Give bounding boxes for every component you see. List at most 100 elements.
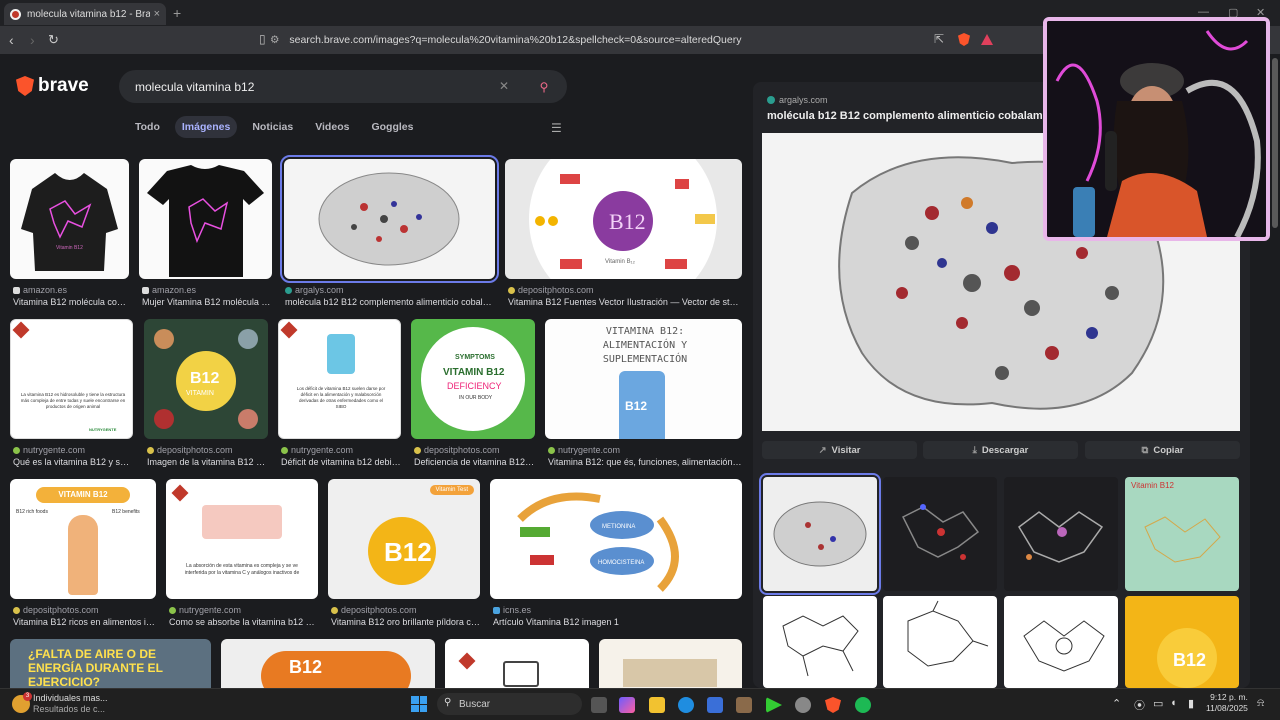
result-image-falta-aire[interactable]: ¿FALTA DE AIRE O DE ENERGÍA DURANTE EL E… xyxy=(10,639,211,688)
copy-button[interactable]: ⧉ Copiar xyxy=(1085,441,1240,459)
visit-label: Visitar xyxy=(831,444,861,456)
source-text: nutrygente.com xyxy=(23,445,86,455)
result-caption[interactable]: Imagen de la vitamina B12 — ... xyxy=(147,457,269,467)
result-caption[interactable]: Vitamina B12 molécula com... xyxy=(13,297,131,307)
result-source: nutrygente.com xyxy=(169,605,241,615)
result-image-b12-gold[interactable]: Vitamin Test B12 xyxy=(328,479,480,599)
result-caption[interactable]: Vitamina B12 oro brillante píldora cáp..… xyxy=(331,617,480,627)
brave-lion-icon xyxy=(16,76,34,96)
b12-logo-text: B12 xyxy=(609,209,646,234)
close-tab-icon[interactable]: × xyxy=(154,8,160,20)
search-input[interactable]: molecula vitamina b12 ✕ ⚲ xyxy=(119,70,567,103)
search-icon[interactable]: ⚲ xyxy=(529,76,559,98)
related-image-4[interactable]: Vitamin B12 xyxy=(1125,477,1239,591)
result-image-nutrygente-3[interactable] xyxy=(445,639,589,688)
result-image-molecule-selected[interactable] xyxy=(280,155,499,283)
brave-logo[interactable]: brave xyxy=(16,75,89,97)
tab-todo[interactable]: Todo xyxy=(128,116,167,138)
tab-imagenes[interactable]: Imágenes xyxy=(174,116,238,138)
source-text: depositphotos.com xyxy=(518,285,594,295)
thumb-note: La vitamina B12 es hidrosoluble y tiene … xyxy=(20,392,126,409)
browser-tab[interactable]: molecula vitamina b12 - Brave S × xyxy=(4,3,166,25)
notif-line-2: Resultados de c... xyxy=(33,704,106,714)
windows-start-icon[interactable] xyxy=(411,696,427,712)
related-b12-text: B12 xyxy=(1173,650,1206,670)
result-image-b12-rich-foods[interactable]: VITAMIN B12 B12 rich foods B12 benefits xyxy=(10,479,156,599)
location-icon[interactable]: ⦿ xyxy=(1134,697,1145,713)
result-image-hoodie-1[interactable]: Vitamin B12 xyxy=(10,159,129,279)
share-icon[interactable]: ⇱ xyxy=(934,32,944,46)
result-caption[interactable]: Vitamina B12 ricos en alimentos ico... xyxy=(13,617,156,627)
volume-icon[interactable]: ◖ xyxy=(1170,697,1177,709)
site-settings-icon[interactable]: ⚙ xyxy=(270,34,279,46)
taskbar-search[interactable]: ⚲ Buscar xyxy=(437,693,582,715)
spotify-icon[interactable] xyxy=(855,697,871,713)
result-caption[interactable]: Déficit de vitamina b12 debid... xyxy=(281,457,401,467)
download-button[interactable]: ⤓ Descargar xyxy=(923,441,1078,459)
related-image-1[interactable] xyxy=(759,473,881,595)
webcam-overlay xyxy=(1043,17,1270,241)
notification-text[interactable]: Individuales mas... Resultados de c... xyxy=(33,693,108,715)
result-caption[interactable]: Vitamina B12: que és, funciones, aliment… xyxy=(548,457,742,467)
related-image-8[interactable]: B12 xyxy=(1125,596,1239,688)
taskbar-clock[interactable]: 9:12 p. m. 11/08/2025 xyxy=(1206,692,1248,714)
result-image-foods-collage[interactable] xyxy=(599,639,742,688)
store-icon[interactable] xyxy=(707,697,723,713)
copilot-icon[interactable] xyxy=(619,697,635,713)
result-source: argalys.com xyxy=(285,285,344,295)
new-tab-button[interactable]: + xyxy=(173,5,181,21)
clear-search-icon[interactable]: ✕ xyxy=(499,79,509,93)
result-caption[interactable]: Mujer Vitamina B12 molécula co... xyxy=(142,297,272,307)
thumb-note: La absorción de esta vitamina es complej… xyxy=(184,563,300,576)
battery-icon[interactable]: ▮ xyxy=(1188,697,1194,710)
settings-gear-icon[interactable] xyxy=(795,697,811,713)
back-icon[interactable]: ‹ xyxy=(9,32,14,48)
result-image-absorcion[interactable]: La absorción de esta vitamina es complej… xyxy=(166,479,318,599)
result-image-alimentacion[interactable]: VITAMINA B12: ALIMENTACIÓN Y SUPLEMENTAC… xyxy=(545,319,742,439)
related-image-7[interactable] xyxy=(1004,596,1118,688)
url-field[interactable]: ⚙ search.brave.com/images?q=molecula%20v… xyxy=(270,30,1004,50)
result-caption[interactable]: Qué es la vitamina B12 y su e... xyxy=(13,457,133,467)
brave-rewards-icon[interactable] xyxy=(981,34,993,45)
tab-noticias[interactable]: Noticias xyxy=(245,116,300,138)
external-link-icon: ↗ xyxy=(818,444,827,456)
result-image-nutrygente-1[interactable]: La vitamina B12 es hidrosoluble y tiene … xyxy=(10,319,133,439)
app-icon[interactable] xyxy=(736,697,752,713)
page-scrollbar[interactable] xyxy=(1272,58,1278,228)
tray-chevron-icon[interactable]: ⌃ xyxy=(1112,697,1121,710)
task-view-icon[interactable] xyxy=(591,697,607,713)
result-image-b12-sources[interactable]: B12 Vitamin B₁₂ xyxy=(505,159,742,279)
result-image-b12-foods[interactable]: B12 VITAMIN xyxy=(144,319,268,439)
result-caption[interactable]: Deficiencia de vitamina B12 ... xyxy=(414,457,535,467)
result-image-deficiency[interactable]: SYMPTOMS VITAMIN B12 DEFICIENCY IN OUR BODY xyxy=(411,319,535,439)
result-image-metabolism-diagram[interactable]: METIONINA HOMOCISTEINA xyxy=(490,479,742,599)
tab-goggles[interactable]: Goggles xyxy=(364,116,420,138)
related-image-2[interactable] xyxy=(883,477,997,591)
result-caption[interactable]: Vitamina B12 Fuentes Vector Ilustración … xyxy=(508,297,742,307)
reload-icon[interactable]: ↻ xyxy=(48,32,59,48)
tab-videos[interactable]: Videos xyxy=(308,116,356,138)
edge-icon[interactable] xyxy=(678,697,694,713)
related-image-6[interactable] xyxy=(883,596,997,688)
source-text: nutrygente.com xyxy=(291,445,354,455)
thumb-brand: NUTRYGENTE xyxy=(89,427,117,432)
result-image-tshirt[interactable] xyxy=(139,159,272,279)
related-image-5[interactable] xyxy=(763,596,877,688)
monitor-icon[interactable]: ▭ xyxy=(1153,697,1163,710)
notifications-bell-icon[interactable]: ⍾ xyxy=(1257,697,1264,710)
filter-settings-icon[interactable]: ☰ xyxy=(551,121,562,135)
source-text: nutrygente.com xyxy=(558,445,621,455)
file-explorer-icon[interactable] xyxy=(649,697,665,713)
result-image-nutrygente-2[interactable]: Los déficit de vitamina B12 suelen darse… xyxy=(278,319,401,439)
benefits-label: B12 benefits xyxy=(112,509,140,515)
bookmark-icon[interactable]: ▯ xyxy=(259,32,266,46)
result-caption[interactable]: Como se absorbe la vitamina b12 en l... xyxy=(169,617,318,627)
panel-title[interactable]: molécula b12 B12 complemento alimenticio… xyxy=(767,110,1045,122)
rich-foods-label: B12 rich foods xyxy=(16,509,48,515)
result-image-b12-capsule[interactable]: B12 xyxy=(221,639,435,688)
result-caption[interactable]: Artículo Vitamina B12 imagen 1 xyxy=(493,617,742,627)
result-caption[interactable]: molécula b12 B12 complemento alimenticio… xyxy=(285,297,495,307)
related-image-3[interactable] xyxy=(1004,477,1118,591)
forward-icon[interactable]: › xyxy=(30,32,35,48)
visit-button[interactable]: ↗ Visitar xyxy=(762,441,917,459)
